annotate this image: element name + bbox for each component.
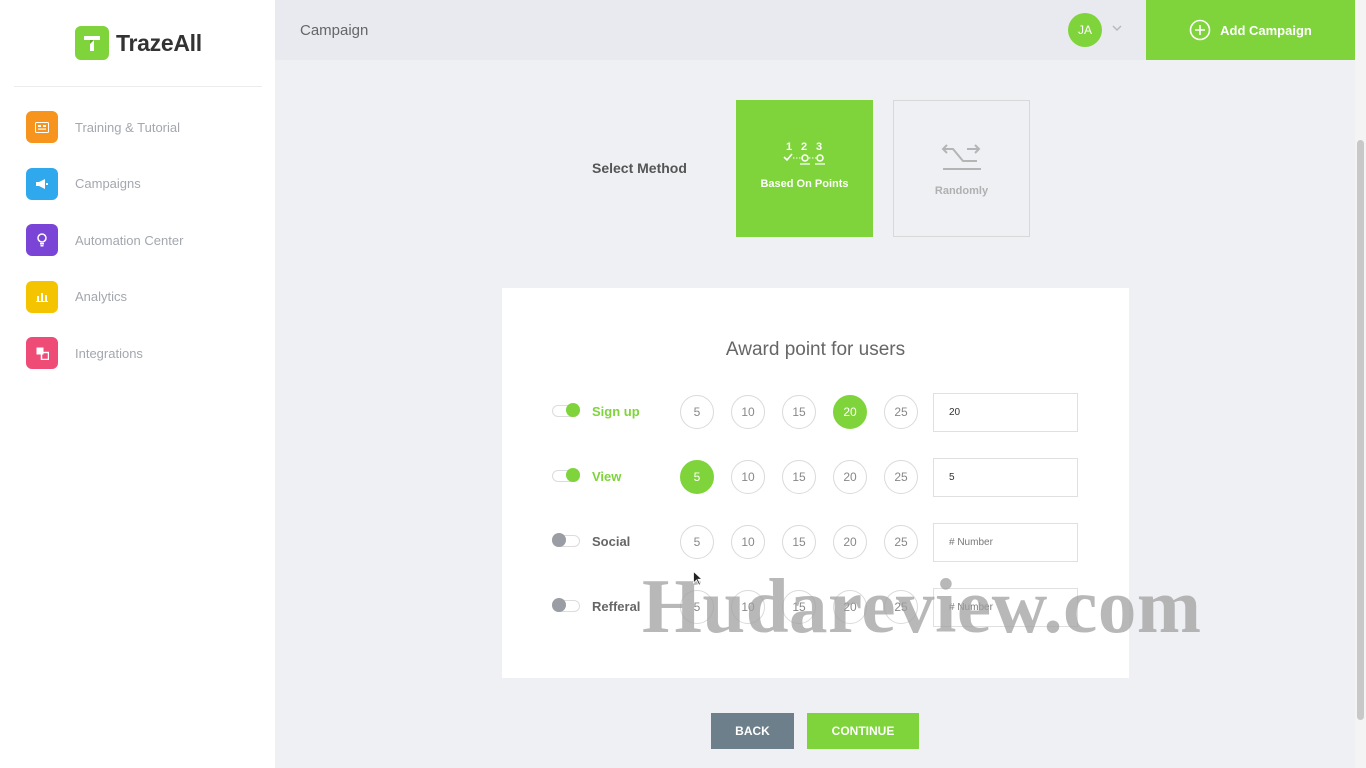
- point-option[interactable]: 15: [782, 590, 816, 624]
- point-option[interactable]: 10: [731, 395, 765, 429]
- svg-text:2: 2: [801, 141, 807, 153]
- row-label: Social: [592, 534, 631, 549]
- social-points-input[interactable]: [933, 523, 1078, 562]
- shuffle-icon: [941, 144, 981, 170]
- referral-toggle[interactable]: [552, 598, 580, 612]
- add-campaign-label: Add Campaign: [1220, 22, 1312, 38]
- numbered-steps-icon: 1 2 3: [782, 141, 825, 165]
- method-based-on-points[interactable]: 1 2 3 Based On Points: [736, 100, 873, 237]
- method-label: Based On Points: [760, 178, 849, 190]
- toggle-knob: [566, 403, 580, 417]
- award-row-view: View 5 10 15 20 25: [502, 458, 1129, 498]
- toggle-knob: [552, 598, 566, 612]
- sidebar-item-label: Integrations: [75, 345, 143, 361]
- point-option[interactable]: 25: [884, 395, 918, 429]
- point-option[interactable]: 15: [782, 460, 816, 494]
- view-points-input[interactable]: [933, 458, 1078, 497]
- bar-chart-icon: [26, 280, 58, 313]
- scrollbar-thumb[interactable]: [1357, 140, 1364, 720]
- sidebar-divider: [14, 86, 262, 87]
- sidebar-nav: Training & Tutorial Campaigns Automation…: [26, 111, 183, 394]
- point-option[interactable]: 25: [884, 460, 918, 494]
- app-name: TrazeAll: [116, 29, 202, 56]
- page-title: Campaign: [300, 22, 369, 39]
- point-option[interactable]: 20: [833, 590, 867, 624]
- point-option[interactable]: 10: [731, 460, 765, 494]
- point-option[interactable]: 20: [833, 525, 867, 559]
- point-option[interactable]: 5: [680, 525, 714, 559]
- svg-text:1: 1: [786, 141, 792, 153]
- back-button[interactable]: BACK: [711, 713, 794, 749]
- sidebar-item-label: Automation Center: [75, 232, 184, 248]
- chevron-down-icon[interactable]: [1111, 24, 1123, 32]
- award-points-card: Award point for users Sign up 5 10 15 20…: [502, 288, 1129, 678]
- point-option-selected[interactable]: 5: [680, 460, 714, 494]
- point-option[interactable]: 25: [884, 525, 918, 559]
- app-logo[interactable]: TrazeAll: [75, 26, 202, 60]
- add-campaign-button[interactable]: Add Campaign: [1146, 0, 1355, 60]
- sidebar-item-label: Analytics: [75, 289, 128, 304]
- toggle-knob: [566, 468, 580, 482]
- page-scrollbar[interactable]: [1355, 0, 1366, 768]
- sidebar-item-label: Campaigns: [75, 176, 141, 191]
- point-option[interactable]: 5: [680, 590, 714, 624]
- sidebar-item-integrations[interactable]: Integrations: [26, 337, 183, 369]
- sidebar-item-automation-center[interactable]: Automation Center: [26, 224, 183, 256]
- sign-up-toggle[interactable]: [552, 403, 580, 417]
- point-option[interactable]: 10: [731, 590, 765, 624]
- row-label: Sign up: [592, 404, 640, 419]
- sidebar: TrazeAll Training & Tutorial Campaigns A…: [0, 0, 275, 768]
- sidebar-item-label: Training & Tutorial: [75, 119, 181, 135]
- award-title: Award point for users: [725, 339, 906, 360]
- method-randomly[interactable]: Randomly: [893, 100, 1030, 237]
- row-label: Refferal: [592, 599, 641, 614]
- avatar[interactable]: JA: [1068, 13, 1102, 47]
- point-option[interactable]: 15: [782, 525, 816, 559]
- sign-up-points-input[interactable]: [933, 393, 1078, 432]
- svg-text:3: 3: [816, 141, 822, 153]
- integrations-icon: [26, 337, 58, 369]
- top-bar: Campaign JA Add Campaign: [275, 0, 1355, 60]
- plus-circle-icon: [1189, 19, 1211, 41]
- point-option[interactable]: 25: [884, 590, 918, 624]
- point-option[interactable]: 10: [731, 525, 765, 559]
- point-option[interactable]: 20: [833, 460, 867, 494]
- award-row-referral: Refferal 5 10 15 20 25: [502, 588, 1129, 628]
- traze-logo-icon: [75, 26, 109, 60]
- point-option[interactable]: 15: [782, 395, 816, 429]
- award-row-sign-up: Sign up 5 10 15 20 25: [502, 393, 1129, 433]
- social-toggle[interactable]: [552, 533, 580, 547]
- method-label: Randomly: [934, 185, 989, 197]
- lightbulb-icon: [26, 224, 58, 256]
- megaphone-icon: [26, 167, 58, 200]
- view-toggle[interactable]: [552, 468, 580, 482]
- sidebar-item-campaigns[interactable]: Campaigns: [26, 167, 183, 200]
- training-icon: [26, 111, 58, 143]
- select-method-label: Select Method: [592, 160, 687, 176]
- point-option-selected[interactable]: 20: [833, 395, 867, 429]
- award-row-social: Social 5 10 15 20 25: [502, 523, 1129, 563]
- point-option[interactable]: 5: [680, 395, 714, 429]
- referral-points-input[interactable]: [933, 588, 1078, 627]
- sidebar-item-analytics[interactable]: Analytics: [26, 280, 183, 313]
- toggle-knob: [552, 533, 566, 547]
- continue-button[interactable]: CONTINUE: [807, 713, 919, 749]
- mouse-cursor-icon: [693, 571, 703, 586]
- row-label: View: [592, 469, 622, 484]
- sidebar-item-training[interactable]: Training & Tutorial: [26, 111, 183, 143]
